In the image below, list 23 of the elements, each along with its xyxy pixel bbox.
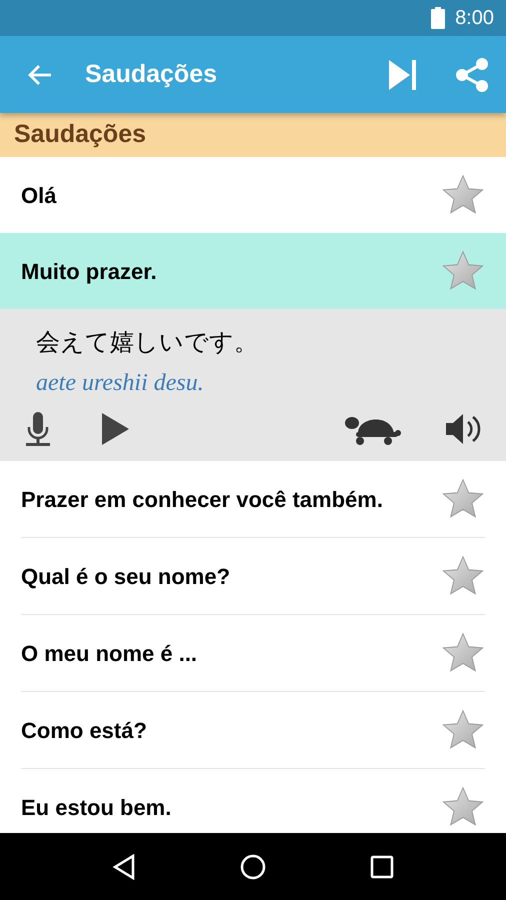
play-icon[interactable] [100,411,130,447]
phrase-text: Olá [21,182,58,210]
phrase-text: Prazer em conhecer você também. [21,486,384,514]
romanization-text: aete ureshii desu. [36,370,204,396]
phrase-text: Qual é o seu nome? [21,562,232,590]
phrase-row[interactable]: Muito prazer. [0,233,506,309]
microphone-icon[interactable] [24,411,52,447]
section-title: Saudações [14,119,146,150]
phrase-text: Muito prazer. [21,258,158,286]
phrase-text: Como está? [21,716,148,744]
back-arrow-icon[interactable] [27,62,53,86]
screen-title: Saudações [85,58,218,90]
phrase-text: Eu estou bem. [21,794,172,822]
share-icon[interactable] [455,58,489,92]
home-icon[interactable] [240,854,266,880]
translation-text: 会えて嬉しいです。 [36,329,258,356]
recents-icon[interactable] [370,854,394,878]
speaker-icon[interactable] [444,411,482,447]
battery-icon [431,7,446,29]
clock-text: 8:00 [455,6,494,31]
skip-next-icon[interactable] [389,60,417,90]
back-icon[interactable] [112,854,136,880]
phrase-text: O meu nome é ... [21,640,198,668]
